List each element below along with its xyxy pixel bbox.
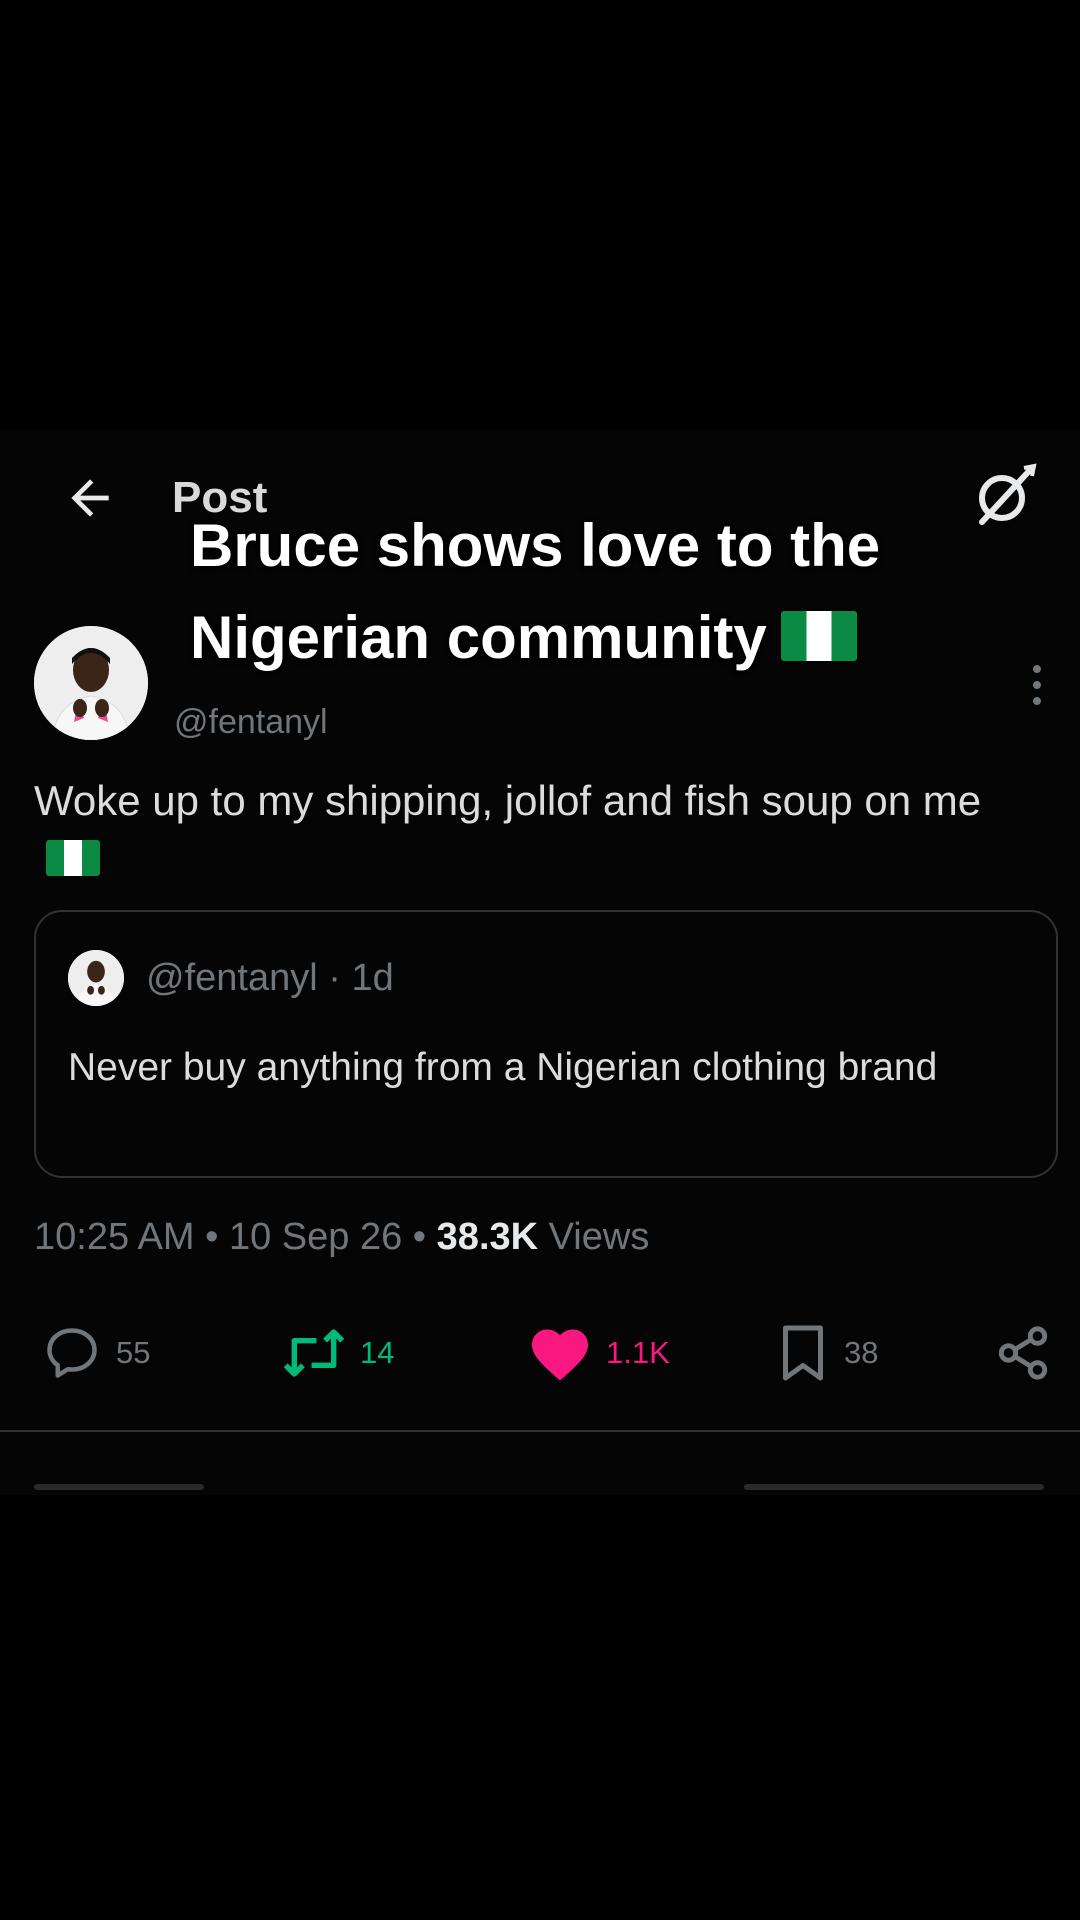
like-button[interactable]: 1.1K (528, 1308, 670, 1398)
divider (0, 1430, 1080, 1432)
nigeria-flag-icon (780, 611, 857, 662)
repost-icon (283, 1329, 345, 1377)
nigeria-flag-icon (46, 839, 100, 876)
post-meta: 10:25 AM • 10 Sep 26 • 38.3K Views (34, 1212, 649, 1262)
like-count: 1.1K (606, 1335, 670, 1370)
video-caption-overlay: Bruce shows love to the Nigerian communi… (190, 500, 1070, 684)
caption-line-2: Nigerian community (190, 592, 1070, 684)
back-button[interactable] (62, 470, 122, 530)
post-timestamp: 10:25 AM • 10 Sep 26 • (34, 1216, 427, 1258)
author-avatar[interactable] (34, 626, 148, 740)
cut-off-row (0, 1484, 1080, 1495)
avatar-image (68, 950, 124, 1006)
screen: Post @fentanyl Woke up to my shipping, j… (0, 0, 1080, 1920)
views-count[interactable]: 38.3K (437, 1216, 538, 1258)
avatar-image (34, 626, 148, 740)
bookmark-icon (783, 1325, 823, 1381)
views-label: Views (548, 1216, 650, 1258)
bookmark-count: 38 (844, 1335, 879, 1370)
back-arrow-icon (71, 479, 109, 517)
caption-line-1: Bruce shows love to the (190, 512, 881, 579)
reply-button[interactable]: 55 (42, 1308, 150, 1398)
bookmark-button[interactable]: 38 (776, 1308, 878, 1398)
caption-line-2-text: Nigerian community (190, 604, 767, 671)
quoted-post[interactable]: @fentanyl · 1d Never buy anything from a… (34, 910, 1058, 1178)
quoted-avatar (68, 950, 124, 1006)
repost-count: 14 (360, 1335, 395, 1370)
reply-count: 55 (116, 1335, 151, 1370)
reply-icon (47, 1328, 97, 1378)
post-text: Woke up to my shipping, jollof and fish … (34, 777, 982, 824)
heart-icon (532, 1329, 588, 1381)
cut-off-link (744, 1484, 1044, 1490)
action-bar: 55 14 1.1K 38 (0, 1308, 1080, 1398)
share-icon (998, 1326, 1048, 1380)
quoted-meta: @fentanyl · 1d (146, 957, 394, 999)
cut-off-text (34, 1484, 204, 1490)
author-handle[interactable]: @fentanyl (174, 702, 328, 742)
quoted-text: Never buy anything from a Nigerian cloth… (68, 1046, 938, 1089)
share-button[interactable] (994, 1308, 1052, 1398)
repost-button[interactable]: 14 (282, 1308, 394, 1398)
post-body: Woke up to my shipping, jollof and fish … (34, 772, 1044, 888)
